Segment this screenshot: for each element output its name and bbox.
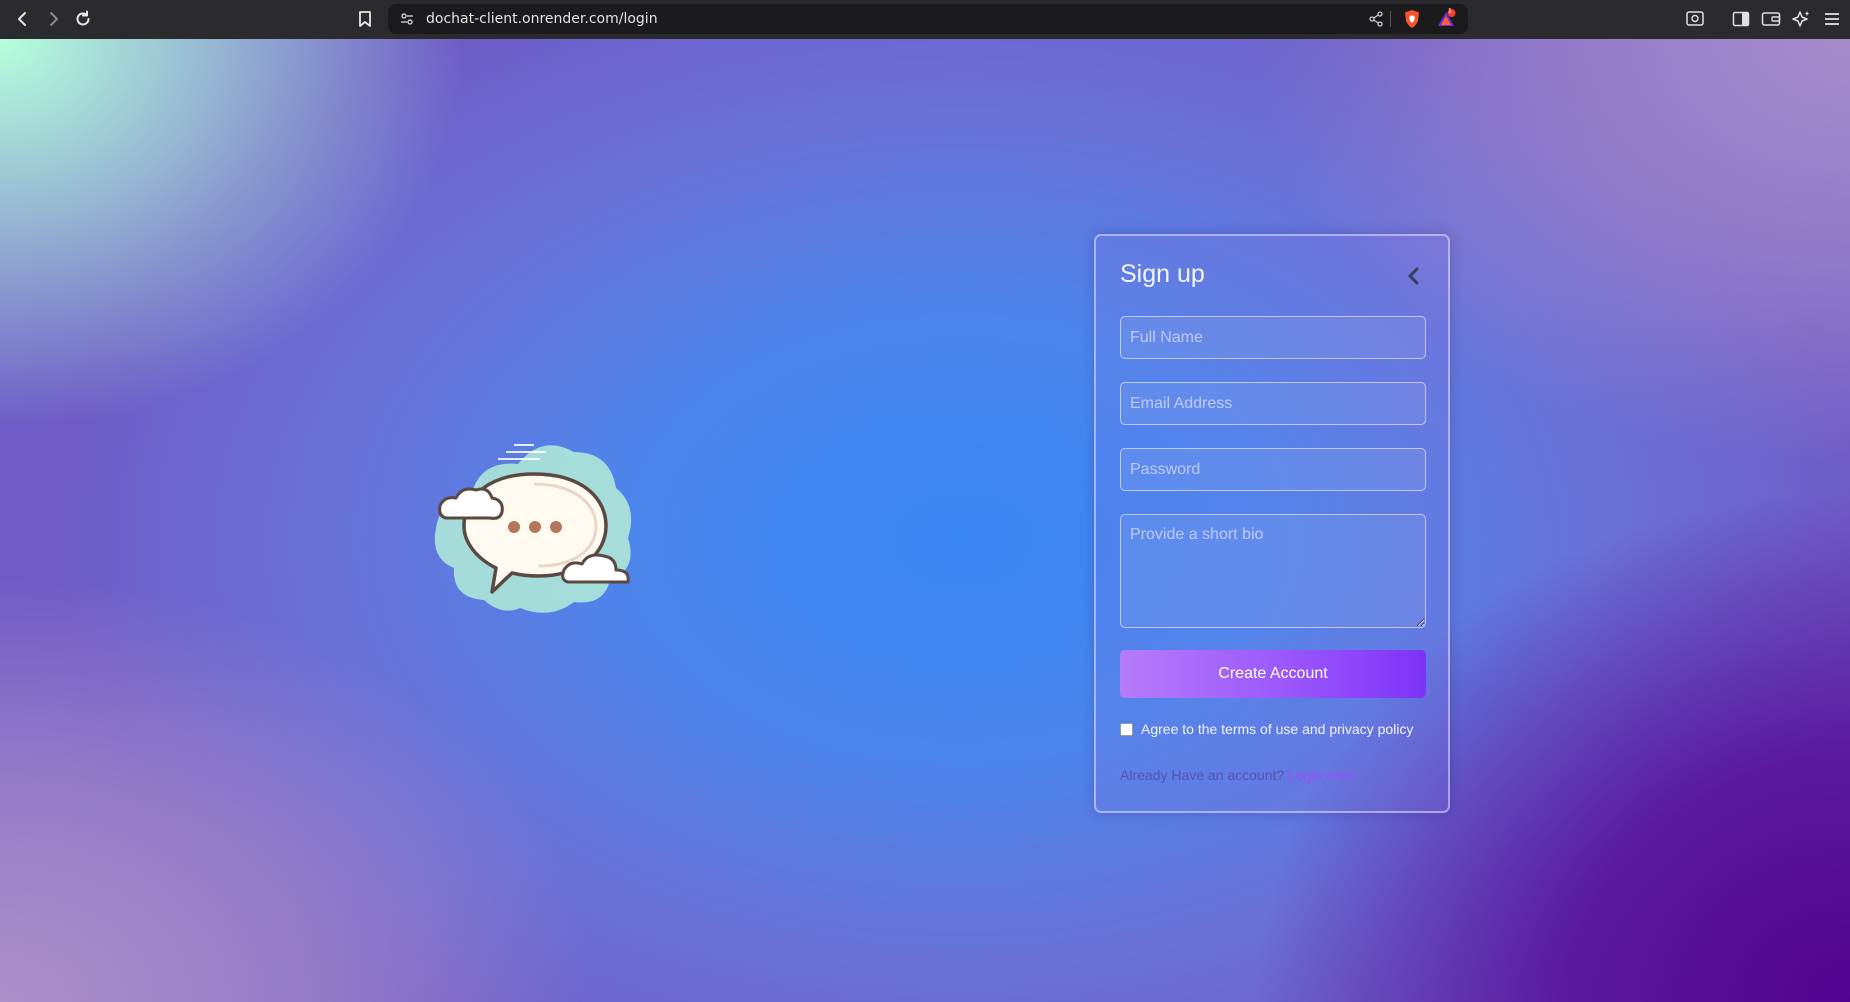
site-settings-icon[interactable] xyxy=(397,9,417,29)
signup-title: Sign up xyxy=(1120,260,1205,288)
login-prompt-text: Already Have an account? xyxy=(1120,767,1285,783)
brave-shields-icon[interactable] xyxy=(1402,9,1422,29)
login-link[interactable]: Login here xyxy=(1288,767,1354,783)
brave-rewards-icon[interactable]: 1 xyxy=(1436,8,1456,29)
menu-icon[interactable] xyxy=(1820,7,1844,31)
terms-label: Agree to the terms of use and privacy po… xyxy=(1141,721,1414,737)
address-bar[interactable]: dochat-client.onrender.com/login 1 xyxy=(388,4,1468,34)
terms-row: Agree to the terms of use and privacy po… xyxy=(1120,721,1413,737)
url-text[interactable]: dochat-client.onrender.com/login xyxy=(426,11,658,27)
bookmark-icon[interactable] xyxy=(352,6,378,32)
create-account-button[interactable]: Create Account xyxy=(1120,650,1426,698)
share-icon[interactable] xyxy=(1366,9,1386,29)
back-nav-icon[interactable] xyxy=(10,6,36,32)
omnibox-divider xyxy=(1390,11,1391,27)
chat-bubble-cloud-icon xyxy=(424,430,642,620)
wallet-icon[interactable] xyxy=(1759,7,1783,31)
forward-nav-icon[interactable] xyxy=(40,6,66,32)
terms-checkbox[interactable] xyxy=(1120,722,1133,736)
login-prompt: Already Have an account? Login here xyxy=(1120,767,1354,783)
screenshot-icon[interactable] xyxy=(1683,7,1707,31)
chevron-left-icon[interactable] xyxy=(1402,264,1426,288)
bio-textarea[interactable] xyxy=(1120,514,1426,628)
email-input[interactable] xyxy=(1120,382,1426,425)
browser-toolbar: dochat-client.onrender.com/login 1 xyxy=(0,0,1850,39)
reload-icon[interactable] xyxy=(70,6,96,32)
password-input[interactable] xyxy=(1120,448,1426,491)
signup-card: Sign up Create Account Agree to the term… xyxy=(1094,234,1450,813)
page-viewport: Sign up Create Account Agree to the term… xyxy=(0,39,1850,1002)
full-name-input[interactable] xyxy=(1120,316,1426,359)
sidebar-toggle-icon[interactable] xyxy=(1729,7,1753,31)
leo-ai-icon[interactable] xyxy=(1789,7,1813,31)
rewards-badge: 1 xyxy=(1448,8,1452,15)
